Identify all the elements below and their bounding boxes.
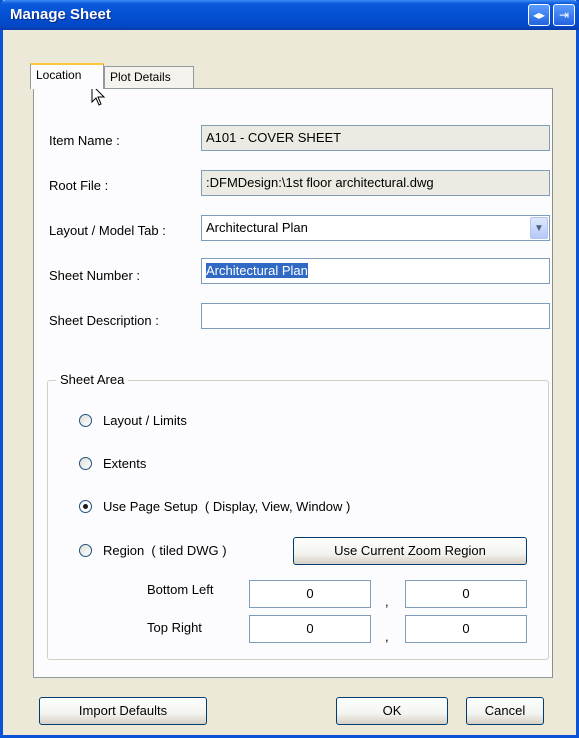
close-button[interactable]: ⇥ (553, 4, 575, 26)
layout-tab-value: Architectural Plan (206, 220, 308, 235)
radio-extents-label[interactable]: Extents (103, 456, 146, 471)
item-name-field: A101 - COVER SHEET (201, 125, 550, 151)
radio-use-page-setup[interactable] (79, 500, 92, 513)
radio-region[interactable] (79, 544, 92, 557)
sheet-description-label: Sheet Description : (49, 313, 159, 328)
top-right-separator: , (385, 629, 389, 644)
bottom-left-separator: , (385, 594, 389, 609)
radio-extents[interactable] (79, 457, 92, 470)
window-title: Manage Sheet (10, 6, 111, 23)
layout-tab-dropdown[interactable]: Architectural Plan ▼ (201, 215, 550, 241)
manage-sheet-dialog: Manage Sheet ◂▸ ⇥ Location Plot Details … (0, 0, 579, 738)
root-file-label: Root File : (49, 178, 109, 193)
sheet-description-input[interactable] (201, 303, 550, 329)
title-bar[interactable]: Manage Sheet ◂▸ ⇥ (0, 0, 579, 30)
restore-button[interactable]: ◂▸ (528, 4, 550, 26)
sheet-number-selected-text: Architectural Plan (206, 263, 308, 278)
ok-button[interactable]: OK (336, 697, 448, 725)
item-name-label: Item Name : (49, 133, 120, 148)
top-right-y-input[interactable]: 0 (405, 615, 527, 643)
bottom-left-x-input[interactable]: 0 (249, 580, 371, 608)
top-right-x-input[interactable]: 0 (249, 615, 371, 643)
layout-tab-label: Layout / Model Tab : (49, 223, 166, 238)
radio-layout-limits-label[interactable]: Layout / Limits (103, 413, 187, 428)
tab-plot-details[interactable]: Plot Details (104, 66, 194, 88)
top-right-label: Top Right (147, 620, 202, 635)
bottom-left-y-input[interactable]: 0 (405, 580, 527, 608)
sheet-area-legend: Sheet Area (56, 372, 129, 387)
radio-layout-limits[interactable] (79, 414, 92, 427)
tab-location[interactable]: Location (30, 63, 104, 89)
sheet-number-input[interactable]: Architectural Plan (201, 258, 550, 284)
cancel-button[interactable]: Cancel (466, 697, 544, 725)
sheet-number-label: Sheet Number : (49, 268, 141, 283)
use-current-zoom-region-button[interactable]: Use Current Zoom Region (293, 537, 527, 565)
bottom-left-label: Bottom Left (147, 582, 214, 597)
radio-use-page-setup-label[interactable]: Use Page Setup ( Display, View, Window ) (103, 499, 350, 514)
chevron-down-icon[interactable]: ▼ (530, 217, 548, 239)
import-defaults-button[interactable]: Import Defaults (39, 697, 207, 725)
root-file-field: :DFMDesign:\1st floor architectural.dwg (201, 170, 550, 196)
radio-region-label[interactable]: Region ( tiled DWG ) (103, 543, 227, 558)
